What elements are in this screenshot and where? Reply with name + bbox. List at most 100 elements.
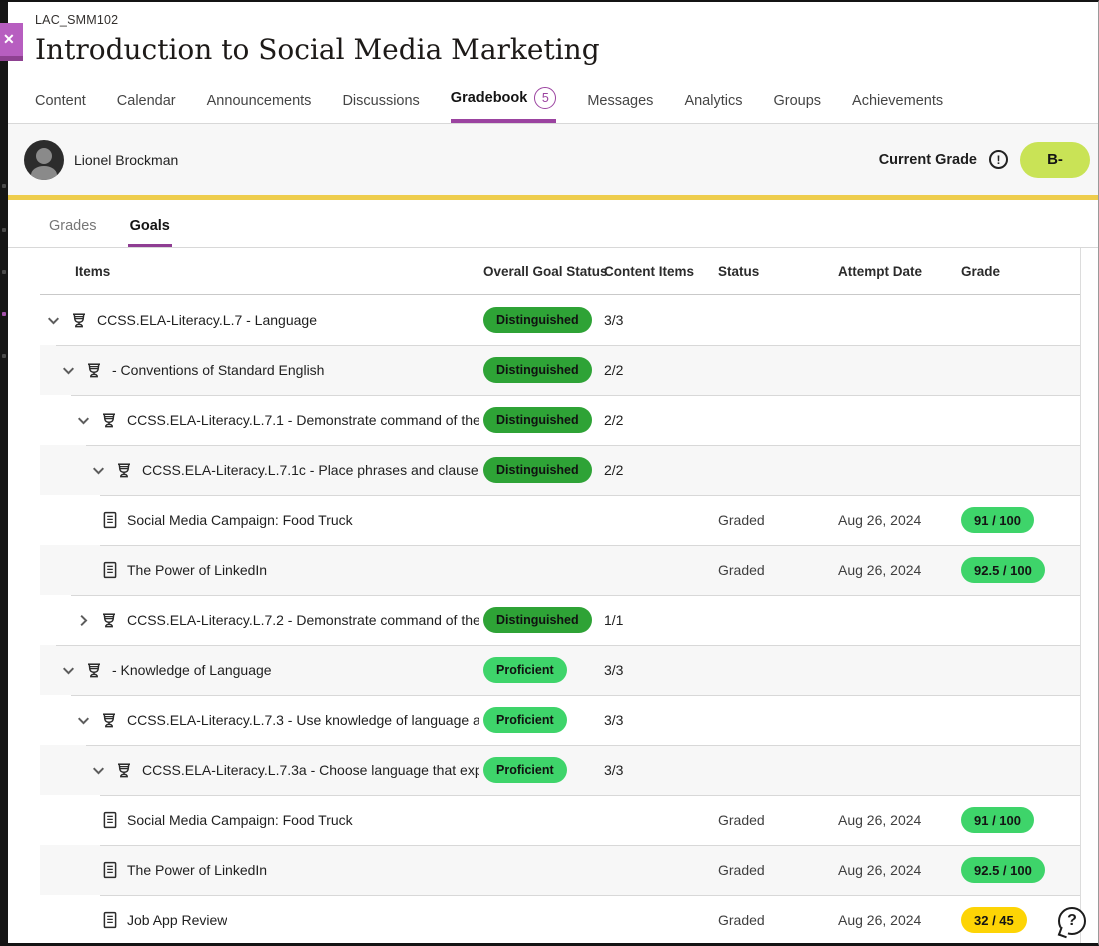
document-icon	[102, 861, 118, 879]
status-value: Graded	[715, 512, 835, 528]
tab-messages[interactable]: Messages	[587, 93, 653, 123]
goal-name: CCSS.ELA-Literacy.L.7.3 - Use knowledge …	[127, 712, 479, 728]
document-icon	[102, 511, 118, 529]
row-divider	[71, 395, 1080, 396]
current-grade-pill[interactable]: B-	[1020, 142, 1090, 178]
chevron-down-icon[interactable]	[75, 412, 91, 428]
goal-row[interactable]: - Knowledge of Language Proficient 3/3	[40, 645, 1080, 695]
goal-trophy-icon	[115, 761, 133, 779]
row-divider	[86, 445, 1080, 446]
rail-icon	[2, 184, 6, 188]
content-item-row[interactable]: Social Media Campaign: Food TruckGradedA…	[40, 495, 1080, 545]
tab-grades[interactable]: Grades	[47, 212, 99, 247]
goal-row[interactable]: CCSS.ELA-Literacy.L.7.1c - Place phrases…	[40, 445, 1080, 495]
attempt-date-value: Aug 26, 2024	[835, 912, 955, 928]
tab-content[interactable]: Content	[35, 93, 86, 123]
document-icon	[102, 911, 118, 929]
tab-calendar[interactable]: Calendar	[117, 93, 176, 123]
content-item-row[interactable]: The Power of LinkedInGradedAug 26, 20249…	[40, 845, 1080, 895]
goals-table-body: CCSS.ELA-Literacy.L.7 - Language Distingu…	[40, 295, 1080, 945]
collapsed-app-rail	[0, 2, 8, 943]
tab-goals[interactable]: Goals	[128, 212, 172, 247]
goal-trophy-icon	[100, 711, 118, 729]
tab-groups[interactable]: Groups	[773, 93, 821, 123]
chevron-down-icon[interactable]	[75, 712, 91, 728]
chevron-down-icon[interactable]	[45, 312, 61, 328]
attempt-date-value: Aug 26, 2024	[835, 512, 955, 528]
grade-pill[interactable]: 91 / 100	[961, 807, 1034, 833]
row-divider	[56, 645, 1080, 646]
tab-achievements[interactable]: Achievements	[852, 93, 943, 123]
tab-announcements[interactable]: Announcements	[207, 93, 312, 123]
goal-row[interactable]: CCSS.ELA-Literacy.L.7.3a - Choose langua…	[40, 745, 1080, 795]
chevron-right-icon[interactable]	[75, 612, 91, 628]
close-panel-button[interactable]: ✕	[0, 23, 23, 61]
content-items-count: 3/3	[597, 762, 715, 778]
header-overall-goal-status: Overall Goal Status	[479, 264, 597, 279]
goal-row[interactable]: - Conventions of Standard EnglishDisting…	[40, 345, 1080, 395]
content-items-count: 1/1	[597, 612, 715, 628]
avatar	[24, 140, 64, 180]
goal-row[interactable]: CCSS.ELA-Literacy.L.7.3 - Use knowledge …	[40, 695, 1080, 745]
goal-row[interactable]: CCSS.ELA-Literacy.L.7.2 - Demonstrate co…	[40, 595, 1080, 645]
goal-trophy-icon	[70, 311, 88, 329]
content-items-count: 3/3	[597, 662, 715, 678]
row-divider	[100, 495, 1080, 496]
goal-status-badge: Proficient	[483, 657, 567, 683]
tab-discussions[interactable]: Discussions	[342, 93, 419, 123]
rail-icon	[2, 354, 6, 358]
tab-gradebook[interactable]: Gradebook 5	[451, 87, 557, 123]
info-icon[interactable]: !	[989, 150, 1008, 169]
goal-status-badge: Distinguished	[483, 307, 592, 333]
help-icon[interactable]: ?	[1058, 907, 1086, 935]
goal-name: - Knowledge of Language	[112, 662, 272, 678]
goal-name: CCSS.ELA-Literacy.L.7.3a - Choose langua…	[142, 762, 479, 778]
content-item-row[interactable]: Job App Review GradedAug 26, 2024 32 / 45	[40, 895, 1080, 945]
status-value: Graded	[715, 562, 835, 578]
item-name: Job App Review	[127, 912, 227, 928]
goals-table: Items Overall Goal Status Content Items …	[40, 248, 1081, 945]
goal-row[interactable]: CCSS.ELA-Literacy.L.7.1 - Demonstrate co…	[40, 395, 1080, 445]
grade-pill[interactable]: 91 / 100	[961, 507, 1034, 533]
row-divider	[100, 795, 1080, 796]
chevron-down-icon[interactable]	[60, 662, 76, 678]
content-item-row[interactable]: The Power of LinkedIn GradedAug 26, 2024 9…	[40, 545, 1080, 595]
grade-pill[interactable]: 32 / 45	[961, 907, 1027, 933]
chevron-down-icon[interactable]	[90, 762, 106, 778]
goal-trophy-icon	[100, 411, 118, 429]
tab-analytics[interactable]: Analytics	[684, 93, 742, 123]
content-items-count: 3/3	[597, 312, 715, 328]
goal-status-badge: Distinguished	[483, 407, 592, 433]
row-divider	[100, 545, 1080, 546]
grade-pill[interactable]: 92.5 / 100	[961, 557, 1045, 583]
goal-trophy-icon	[85, 661, 103, 679]
row-divider	[56, 345, 1080, 346]
course-nav: Content Calendar Announcements Discussio…	[8, 86, 1098, 124]
row-divider	[100, 895, 1080, 896]
header-grade: Grade	[955, 264, 1080, 279]
status-value: Graded	[715, 862, 835, 878]
course-code: LAC_SMM102	[35, 13, 1098, 27]
content-items-count: 2/2	[597, 412, 715, 428]
content-item-row[interactable]: Social Media Campaign: Food TruckGradedA…	[40, 795, 1080, 845]
status-value: Graded	[715, 812, 835, 828]
goal-status-badge: Distinguished	[483, 357, 592, 383]
attempt-date-value: Aug 26, 2024	[835, 562, 955, 578]
goals-table-header: Items Overall Goal Status Content Items …	[40, 248, 1080, 295]
rail-icon	[2, 270, 6, 274]
item-name: The Power of LinkedIn	[127, 562, 267, 578]
status-value: Graded	[715, 912, 835, 928]
goal-status-badge: Distinguished	[483, 607, 592, 633]
goal-row[interactable]: CCSS.ELA-Literacy.L.7 - Language Distingu…	[40, 295, 1080, 345]
chevron-down-icon[interactable]	[90, 462, 106, 478]
header-status: Status	[715, 264, 835, 279]
rail-icon	[2, 228, 6, 232]
goal-name: CCSS.ELA-Literacy.L.7 - Language	[97, 312, 317, 328]
document-icon	[102, 811, 118, 829]
chevron-down-icon[interactable]	[60, 362, 76, 378]
document-icon	[102, 561, 118, 579]
goal-name: CCSS.ELA-Literacy.L.7.1c - Place phrases…	[142, 462, 479, 478]
grade-pill[interactable]: 92.5 / 100	[961, 857, 1045, 883]
goal-status-badge: Distinguished	[483, 457, 592, 483]
row-divider	[86, 745, 1080, 746]
